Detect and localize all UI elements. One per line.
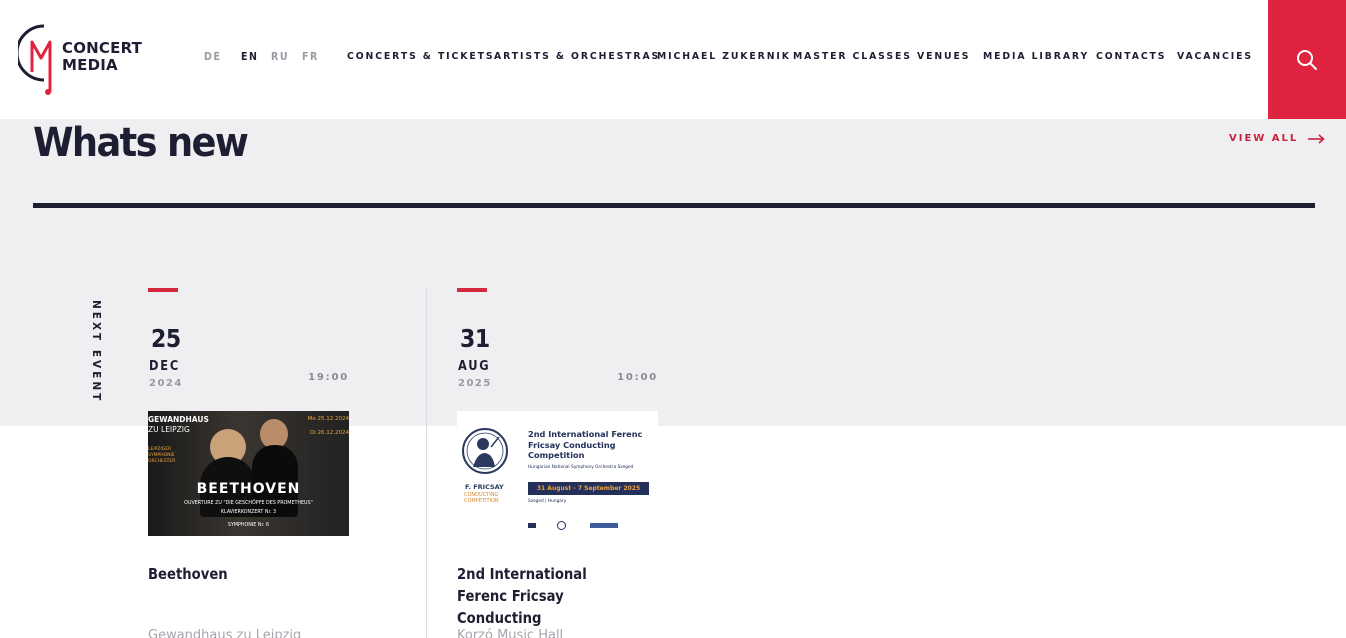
event-time: 10:00: [617, 372, 658, 383]
nav-vacancies[interactable]: VACANCIES: [1177, 51, 1253, 62]
section-title: Whats new: [33, 120, 249, 166]
fricsay-orchestra: Hungarian National Symphony Orchestra Sz…: [528, 465, 634, 470]
view-all-link[interactable]: VIEW ALL: [1229, 133, 1326, 144]
column-divider: [426, 288, 427, 638]
fricsay-headline: 2nd International Ferenc Fricsay Conduct…: [528, 429, 643, 460]
poster-sub-2: KLAVIERKONZERT Nr. 3: [220, 510, 277, 515]
nav-master-classes[interactable]: MASTER CLASSES: [793, 51, 917, 62]
event-year: 2024: [149, 378, 183, 389]
event-day: 31: [460, 324, 490, 353]
lang-en[interactable]: EN: [241, 51, 271, 63]
nav-media-library[interactable]: MEDIA LIBRARY: [983, 51, 1096, 62]
eu-flag-icon: [528, 523, 536, 528]
nav-michael-zukernik[interactable]: MICHAEL ZUKERNIK: [657, 51, 793, 62]
fricsay-location: Szeged | Hungary: [528, 499, 567, 504]
event-day: 25: [151, 324, 181, 353]
event-month: DEC: [149, 359, 180, 374]
logo-line-1: CONCERT: [62, 39, 143, 57]
card-accent-bar: [148, 288, 178, 292]
event-title[interactable]: 2nd International Ferenc Fricsay Conduct…: [457, 563, 634, 629]
poster-venue-1: GEWANDHAUS: [148, 415, 209, 424]
event-card[interactable]: 25 DEC 2024 19:00 GEWANDHAUS ZU LEIPZIG …: [148, 288, 349, 638]
nav-concerts-tickets[interactable]: CONCERTS & TICKETS: [347, 51, 494, 62]
sponsor-logo-icon: [590, 523, 618, 528]
search-icon: [1297, 49, 1317, 70]
site-header: CONCERT MEDIA DE EN RU FR CONCERTS & TIC…: [0, 0, 1346, 119]
poster-orchestra: LEIPZIGER SYMPHONIE ORCHESTER: [148, 447, 176, 464]
event-year: 2025: [458, 378, 492, 389]
arrow-right-icon: [1308, 133, 1326, 144]
event-venue: Korzó Music Hall: [457, 628, 564, 638]
poster-sub-1: OUVERTURE ZU "DIE GESCHÖPFE DES PROMETHE…: [184, 501, 313, 506]
concert-media-logo[interactable]: CONCERT MEDIA: [18, 22, 158, 96]
partner-logo-icon: [557, 521, 566, 530]
event-card[interactable]: 31 AUG 2025 10:00 F. FRICSAY CONDUCTING …: [457, 288, 658, 638]
search-button[interactable]: [1268, 0, 1346, 119]
lang-fr[interactable]: FR: [302, 51, 319, 63]
event-venue: Gewandhaus zu Leipzig: [148, 628, 302, 638]
language-switcher: DE EN RU FR: [204, 51, 319, 63]
card-accent-bar: [457, 288, 487, 292]
event-poster[interactable]: F. FRICSAY CONDUCTING COMPETITION 2nd In…: [457, 411, 658, 536]
next-event-label: NEXT EVENT: [90, 300, 102, 404]
poster-date-1: Mo 25.12.2024: [307, 416, 349, 422]
section-divider: [33, 203, 1315, 208]
poster-sub-3: SYMPHONIE Nr. 6: [227, 523, 270, 528]
fricsay-dates: 31 August - 7 September 2025: [528, 482, 649, 495]
nav-contacts[interactable]: CONTACTS: [1096, 51, 1177, 62]
fricsay-portrait-icon: [462, 428, 508, 474]
fricsay-logo-1: F. FRICSAY: [465, 483, 504, 491]
lang-ru[interactable]: RU: [271, 51, 302, 63]
logo-wordmark: CONCERT MEDIA: [62, 40, 142, 74]
poster-venue-2: ZU LEIPZIG: [148, 425, 190, 434]
view-all-label: VIEW ALL: [1229, 133, 1299, 144]
event-month: AUG: [458, 359, 491, 374]
poster-headline: BEETHOVEN: [196, 481, 301, 497]
fricsay-logo-3: COMPETITION: [464, 498, 499, 504]
logo-line-2: MEDIA: [62, 56, 118, 74]
main-nav: CONCERTS & TICKETS ARTISTS & ORCHESTRAS …: [347, 51, 1253, 62]
fricsay-poster: F. FRICSAY CONDUCTING COMPETITION 2nd In…: [457, 411, 658, 536]
event-time: 19:00: [308, 372, 349, 383]
event-poster[interactable]: GEWANDHAUS ZU LEIPZIG Mo 25.12.2024 Di 2…: [148, 411, 349, 536]
nav-venues[interactable]: VENUES: [917, 51, 983, 62]
poster-date-2: Di 26.12.2024: [309, 430, 349, 436]
event-title[interactable]: Beethoven: [148, 563, 325, 585]
logo-mark-icon: [18, 24, 52, 95]
lang-de[interactable]: DE: [204, 51, 241, 63]
nav-artists-orchestras[interactable]: ARTISTS & ORCHESTRAS: [494, 51, 658, 62]
beethoven-poster: GEWANDHAUS ZU LEIPZIG Mo 25.12.2024 Di 2…: [148, 411, 349, 536]
